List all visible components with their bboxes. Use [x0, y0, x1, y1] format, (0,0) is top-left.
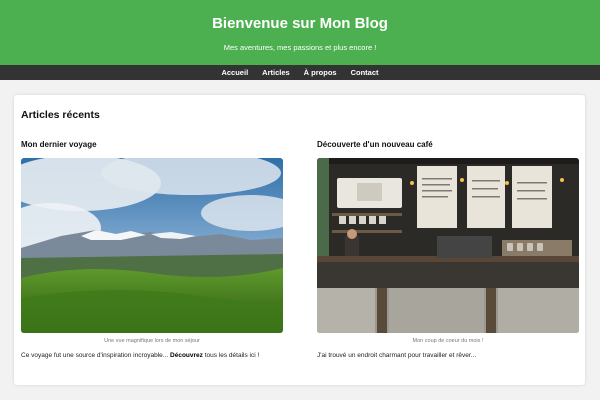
- article-title: Découverte d'un nouveau café: [317, 140, 433, 149]
- site-title: Bienvenue sur Mon Blog: [212, 15, 388, 32]
- section-title: Articles récents: [21, 109, 100, 121]
- excerpt-text-end: tous les détails ici !: [202, 352, 260, 359]
- article-excerpt: Ce voyage fut une source d'inspiration i…: [21, 352, 291, 360]
- article-image-caption: Mon coup de coeur du mois !: [412, 338, 484, 344]
- read-more-link[interactable]: Découvrez: [170, 352, 203, 359]
- article-card-voyage: Mon dernier voyage Une vue magnifique lo…: [21, 140, 283, 359]
- article-excerpt: J'ai trouvé un endroit charmant pour tra…: [317, 352, 477, 359]
- article-card-cafe: Découverte d'un nouveau café Mon coup de…: [317, 140, 579, 359]
- article-title: Mon dernier voyage: [21, 140, 97, 149]
- excerpt-text-start: Ce voyage fut une source d'inspiration i…: [21, 352, 171, 359]
- article-image-mountain[interactable]: [21, 158, 283, 333]
- nav-item-accueil[interactable]: Accueil: [214, 65, 255, 80]
- mountain-landscape-image: [21, 158, 283, 333]
- article-image-cafe[interactable]: [317, 158, 579, 333]
- site-header: Bienvenue sur Mon Blog Mes aventures, me…: [0, 0, 600, 65]
- article-image-caption: Une vue magnifique lors de mon séjour: [104, 338, 200, 344]
- main-nav: Accueil Articles À propos Contact: [0, 65, 600, 80]
- site-subtitle: Mes aventures, mes passions et plus enco…: [223, 43, 377, 52]
- nav-item-articles[interactable]: Articles: [255, 65, 297, 80]
- nav-item-contact[interactable]: Contact: [344, 65, 386, 80]
- articles-container: Articles récents Mon dernier voyage Une …: [14, 95, 585, 385]
- coffee-shop-image: [317, 158, 579, 333]
- nav-item-a-propos[interactable]: À propos: [297, 65, 344, 80]
